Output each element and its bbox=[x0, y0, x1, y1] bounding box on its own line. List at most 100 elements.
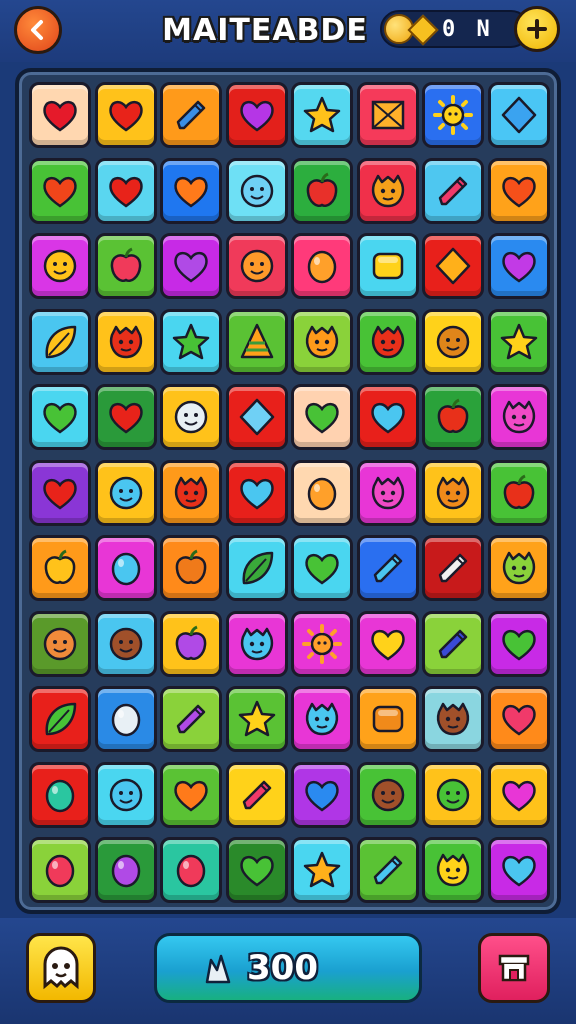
game-tile[interactable] bbox=[225, 233, 288, 299]
game-tile[interactable] bbox=[356, 308, 419, 375]
game-tile[interactable] bbox=[94, 837, 157, 903]
game-tile[interactable] bbox=[487, 535, 550, 601]
game-tile[interactable] bbox=[291, 761, 353, 828]
game-tile[interactable] bbox=[356, 384, 419, 450]
game-tile[interactable] bbox=[422, 157, 484, 224]
game-tile[interactable] bbox=[487, 233, 550, 299]
game-tile[interactable] bbox=[29, 610, 91, 677]
game-tile[interactable] bbox=[225, 610, 288, 677]
star-icon bbox=[303, 851, 341, 888]
game-tile[interactable] bbox=[94, 233, 157, 299]
game-tile[interactable] bbox=[225, 535, 288, 601]
game-tile[interactable] bbox=[422, 837, 484, 903]
game-tile[interactable] bbox=[291, 82, 353, 148]
game-tile[interactable] bbox=[487, 308, 550, 375]
game-tile[interactable] bbox=[160, 535, 222, 601]
game-tile[interactable] bbox=[356, 233, 419, 299]
game-tile[interactable] bbox=[160, 233, 222, 299]
game-tile[interactable] bbox=[29, 459, 91, 526]
game-tile[interactable] bbox=[422, 535, 484, 601]
game-tile[interactable] bbox=[225, 308, 288, 375]
game-tile[interactable] bbox=[94, 157, 157, 224]
game-tile[interactable] bbox=[94, 535, 157, 601]
game-tile[interactable] bbox=[487, 761, 550, 828]
game-tile[interactable] bbox=[29, 233, 91, 299]
star-icon bbox=[172, 323, 210, 359]
heart-icon bbox=[501, 855, 536, 887]
add-currency-button[interactable] bbox=[514, 6, 560, 52]
game-tile[interactable] bbox=[29, 535, 91, 601]
game-tile[interactable] bbox=[94, 686, 157, 752]
game-tile[interactable] bbox=[94, 308, 157, 375]
game-tile[interactable] bbox=[160, 610, 222, 677]
game-tile[interactable] bbox=[94, 610, 157, 677]
game-tile[interactable] bbox=[487, 686, 550, 752]
game-tile[interactable] bbox=[160, 761, 222, 828]
game-tile[interactable] bbox=[291, 157, 353, 224]
game-tile[interactable] bbox=[356, 157, 419, 224]
game-tile[interactable] bbox=[29, 837, 91, 903]
game-tile[interactable] bbox=[422, 384, 484, 450]
game-tile[interactable] bbox=[160, 82, 222, 148]
game-tile[interactable] bbox=[29, 82, 91, 148]
game-tile[interactable] bbox=[487, 384, 550, 450]
game-tile[interactable] bbox=[94, 384, 157, 450]
game-tile[interactable] bbox=[356, 610, 419, 677]
game-tile[interactable] bbox=[291, 308, 353, 375]
game-tile[interactable] bbox=[29, 308, 91, 375]
game-title: MAITEABDE bbox=[162, 12, 368, 48]
game-tile[interactable] bbox=[422, 233, 484, 299]
game-tile[interactable] bbox=[160, 459, 222, 526]
game-tile[interactable] bbox=[160, 157, 222, 224]
game-tile[interactable] bbox=[29, 686, 91, 752]
game-tile[interactable] bbox=[487, 82, 550, 148]
game-tile[interactable] bbox=[487, 157, 550, 224]
game-tile[interactable] bbox=[29, 157, 91, 224]
game-tile[interactable] bbox=[487, 837, 550, 903]
game-tile[interactable] bbox=[422, 761, 484, 828]
game-tile[interactable] bbox=[356, 535, 419, 601]
game-tile[interactable] bbox=[160, 686, 222, 752]
game-tile[interactable] bbox=[291, 837, 353, 903]
game-tile[interactable] bbox=[94, 459, 157, 526]
game-tile[interactable] bbox=[160, 837, 222, 903]
drop-icon bbox=[111, 703, 140, 737]
shop-button[interactable] bbox=[478, 933, 550, 1003]
game-tile[interactable] bbox=[160, 308, 222, 375]
game-tile[interactable] bbox=[291, 384, 353, 450]
game-tile[interactable] bbox=[356, 837, 419, 903]
game-tile[interactable] bbox=[422, 82, 484, 148]
game-tile[interactable] bbox=[225, 82, 288, 148]
game-tile[interactable] bbox=[422, 308, 484, 375]
game-tile[interactable] bbox=[291, 233, 353, 299]
game-tile[interactable] bbox=[29, 761, 91, 828]
game-tile[interactable] bbox=[487, 610, 550, 677]
game-tile[interactable] bbox=[225, 686, 288, 752]
game-tile[interactable] bbox=[356, 82, 419, 148]
apple-icon bbox=[175, 549, 207, 584]
arrow-left-icon bbox=[31, 20, 43, 40]
game-tile[interactable] bbox=[422, 459, 484, 526]
game-tile[interactable] bbox=[291, 610, 353, 677]
game-tile[interactable] bbox=[225, 384, 288, 450]
game-tile[interactable] bbox=[94, 761, 157, 828]
game-tile[interactable] bbox=[225, 459, 288, 526]
game-tile[interactable] bbox=[160, 384, 222, 450]
game-tile[interactable] bbox=[356, 459, 419, 526]
game-tile[interactable] bbox=[291, 535, 353, 601]
game-tile[interactable] bbox=[291, 459, 353, 526]
game-tile[interactable] bbox=[356, 761, 419, 828]
game-tile[interactable] bbox=[422, 610, 484, 677]
game-tile[interactable] bbox=[291, 686, 353, 752]
back-button[interactable] bbox=[14, 6, 62, 54]
game-tile[interactable] bbox=[422, 686, 484, 752]
game-tile[interactable] bbox=[356, 686, 419, 752]
game-tile[interactable] bbox=[225, 837, 288, 903]
character-button[interactable] bbox=[26, 933, 96, 1003]
game-tile[interactable] bbox=[487, 459, 550, 526]
game-tile[interactable] bbox=[29, 384, 91, 450]
sun-icon bbox=[433, 95, 473, 135]
game-tile[interactable] bbox=[225, 761, 288, 828]
game-tile[interactable] bbox=[225, 157, 288, 224]
game-tile[interactable] bbox=[94, 82, 157, 148]
